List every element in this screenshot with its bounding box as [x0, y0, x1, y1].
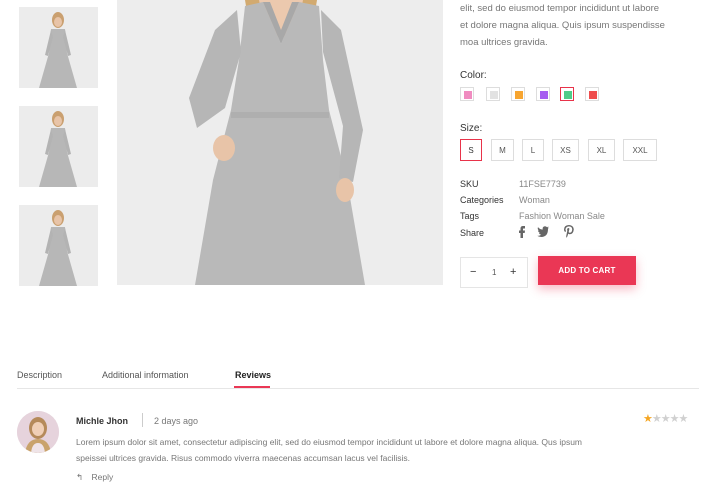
dress-photo-thumbnail — [19, 106, 98, 187]
tags-value[interactable]: Fashion Woman Sale — [519, 211, 605, 221]
star-empty-icon: ★ — [660, 413, 671, 425]
star-empty-icon: ★ — [651, 413, 662, 425]
share-key: Share — [460, 228, 485, 238]
size-option-xl[interactable]: XL — [588, 139, 615, 161]
quantity-stepper: − 1 + — [460, 257, 528, 288]
categories-key: Categories — [460, 195, 504, 205]
tags-key: Tags — [460, 211, 480, 221]
size-option-xxl[interactable]: XXL — [623, 139, 657, 161]
description-line: elit, sed do eiusmod tempor incididunt u… — [460, 3, 660, 14]
star-empty-icon: ★ — [669, 413, 680, 425]
size-option-xs[interactable]: XS — [552, 139, 579, 161]
size-option-l[interactable]: L — [522, 139, 544, 161]
swatch-fill — [540, 91, 548, 99]
reply-link[interactable]: ↰ Reply — [76, 472, 113, 483]
swatch-fill — [589, 91, 597, 99]
categories-value[interactable]: Woman — [519, 195, 550, 205]
quantity-value[interactable]: 1 — [492, 268, 496, 277]
product-thumbnail-2[interactable] — [19, 106, 98, 187]
swatch-fill — [515, 91, 523, 99]
dress-photo-thumbnail — [19, 7, 98, 88]
add-to-cart-button[interactable]: ADD TO CART — [538, 256, 636, 285]
review-date: 2 days ago — [154, 416, 199, 426]
description-line: moa ultrices gravida. — [460, 37, 548, 48]
color-swatch-orange[interactable] — [511, 87, 525, 101]
sku-value: 11FSE7739 — [519, 179, 566, 189]
quantity-plus-button[interactable]: + — [510, 266, 516, 278]
swatch-fill — [490, 91, 498, 99]
color-swatch-purple[interactable] — [536, 87, 550, 101]
reply-icon: ↰ — [76, 472, 84, 482]
size-option-m[interactable]: M — [491, 139, 514, 161]
review-line: Lorem ipsum dolor sit amet, consectetur … — [76, 437, 583, 447]
star-empty-icon: ★ — [678, 413, 689, 425]
star-filled-icon: ★ — [643, 413, 653, 425]
product-thumbnail-3[interactable] — [19, 205, 98, 286]
pinterest-icon[interactable] — [562, 224, 576, 238]
color-swatch-green[interactable] — [560, 87, 574, 101]
size-label: Size: — [460, 123, 483, 134]
tabs-divider — [17, 388, 699, 389]
product-description: elit, sed do eiusmod tempor incididunt u… — [460, 0, 710, 51]
reviewer-avatar — [17, 411, 59, 453]
tab-additional-information[interactable]: Additional information — [102, 370, 189, 380]
color-swatch-gray[interactable] — [486, 87, 500, 101]
swatch-fill — [564, 91, 572, 99]
reply-label: Reply — [91, 472, 114, 482]
review-body: Lorem ipsum dolor sit amet, consectetur … — [76, 434, 700, 466]
facebook-icon[interactable] — [515, 224, 529, 238]
size-option-s[interactable]: S — [460, 139, 482, 161]
tab-description[interactable]: Description — [17, 370, 62, 380]
dress-photo — [117, 0, 443, 285]
meta-separator — [142, 413, 143, 427]
description-line: et dolore magna aliqua. Quis ipsum suspe… — [460, 20, 665, 31]
color-swatch-pink[interactable] — [460, 87, 474, 101]
color-swatch-red[interactable] — [585, 87, 599, 101]
reviewer-name: Michle Jhon — [76, 416, 129, 426]
sku-key: SKU — [460, 179, 479, 189]
review-line: speissei ultrices gravida. Risus commodo… — [76, 453, 410, 463]
twitter-icon[interactable] — [536, 224, 550, 238]
swatch-fill — [464, 91, 472, 99]
quantity-minus-button[interactable]: − — [470, 266, 476, 278]
color-label: Color: — [460, 70, 487, 81]
review-rating: ★★★★★ — [643, 412, 689, 425]
dress-photo-thumbnail — [19, 205, 98, 286]
product-thumbnail-1[interactable] — [19, 7, 98, 88]
tab-reviews[interactable]: Reviews — [235, 370, 271, 380]
product-main-image — [117, 0, 443, 285]
